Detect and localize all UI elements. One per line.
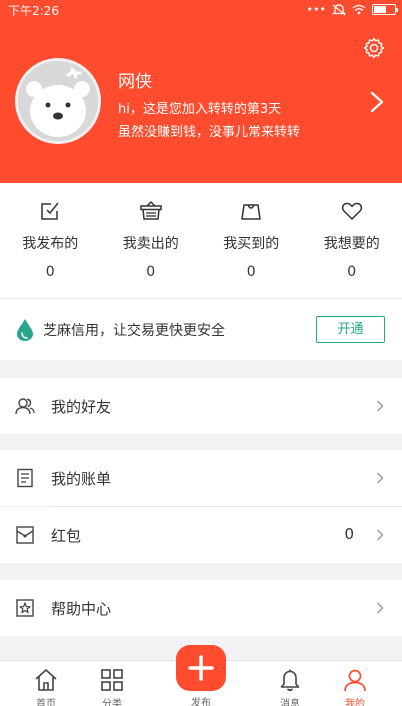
tab-home[interactable]: 首页 <box>16 661 76 706</box>
stat-count: 0 <box>45 264 55 280</box>
profile-greeting: hi，这是您加入转转的第3天 <box>118 102 282 117</box>
stat-count: 0 <box>246 264 256 280</box>
bell-icon <box>280 669 300 692</box>
redpacket-count: 0 <box>344 525 354 543</box>
publish-label: 发布 <box>191 698 211 706</box>
battery-icon <box>372 4 398 15</box>
stat-sold[interactable]: 我卖出的 0 <box>101 183 202 298</box>
bear-avatar-icon <box>18 61 98 141</box>
trade-stats: 我发布的 0 我卖出的 0 我买到的 0 我想要的 0 <box>0 183 402 299</box>
menu-label: 我的好友 <box>51 398 112 416</box>
plus-icon <box>188 655 214 681</box>
settings-gear-icon[interactable] <box>362 36 386 60</box>
menu-bill[interactable]: 我的账单 <box>0 450 402 506</box>
profile-nickname: 网侠 <box>118 72 152 92</box>
stat-bought[interactable]: 我买到的 0 <box>201 183 302 298</box>
wifi-icon <box>352 4 366 15</box>
zhima-credit-banner: 芝麻信用，让交易更快更安全 开通 <box>0 299 402 360</box>
tab-label: 我的 <box>345 699 365 706</box>
notification-dots: ••• <box>306 3 326 16</box>
zhima-drop-icon <box>17 319 33 341</box>
stat-label: 我想要的 <box>323 236 380 252</box>
grid-icon <box>101 669 123 691</box>
home-icon <box>35 669 57 691</box>
bill-icon <box>17 468 33 488</box>
stat-label: 我发布的 <box>22 236 79 252</box>
mute-icon <box>332 3 346 15</box>
tab-category[interactable]: 分类 <box>82 661 142 706</box>
stat-count: 0 <box>146 264 156 280</box>
tab-label: 分类 <box>102 699 122 706</box>
publish-button[interactable] <box>176 645 226 691</box>
menu-label: 我的账单 <box>51 470 112 488</box>
stat-published[interactable]: 我发布的 0 <box>0 183 101 298</box>
tab-label: 消息 <box>280 699 300 706</box>
stat-label: 我买到的 <box>223 236 280 252</box>
menu-friends[interactable]: 我的好友 <box>0 378 402 434</box>
status-time: 下午2:26 <box>8 4 59 18</box>
profile-subgreeting: 虽然没赚到钱，没事儿常来转转 <box>118 125 301 140</box>
tab-messages[interactable]: 消息 <box>260 661 320 706</box>
stat-count: 0 <box>347 264 357 280</box>
menu-label: 帮助中心 <box>51 600 112 618</box>
shopping-bag-icon <box>241 204 261 220</box>
zhima-activate-button[interactable]: 开通 <box>316 316 385 343</box>
status-icons: ••• <box>306 3 398 16</box>
menu-help[interactable]: 帮助中心 <box>0 580 402 636</box>
friends-icon <box>15 398 35 415</box>
heart-icon <box>341 202 362 220</box>
stat-wanted[interactable]: 我想要的 0 <box>302 183 402 298</box>
zhima-text: 芝麻信用，让交易更快更安全 <box>43 323 225 339</box>
tab-label: 首页 <box>36 699 56 706</box>
status-bar: 下午2:26 ••• <box>0 0 402 22</box>
avatar[interactable] <box>15 58 101 144</box>
star-box-icon <box>16 599 34 617</box>
tab-me[interactable]: 我的 <box>325 661 385 706</box>
edit-box-icon <box>41 202 59 220</box>
chevron-right-icon[interactable] <box>370 91 384 113</box>
chevron-right-icon <box>377 472 384 484</box>
chevron-right-icon <box>377 602 384 614</box>
chevron-right-icon <box>377 529 384 541</box>
profile-header: 下午2:26 ••• 网侠 hi，这是您加入转转的第3天 虽然没赚到钱，没事儿常… <box>0 0 402 183</box>
chevron-right-icon <box>377 400 384 412</box>
red-envelope-icon <box>16 526 34 544</box>
basket-icon <box>140 200 162 220</box>
menu-label: 红包 <box>51 527 82 545</box>
person-icon <box>344 669 366 692</box>
menu-redpacket[interactable]: 红包 0 <box>0 507 402 563</box>
stat-label: 我卖出的 <box>122 236 179 252</box>
